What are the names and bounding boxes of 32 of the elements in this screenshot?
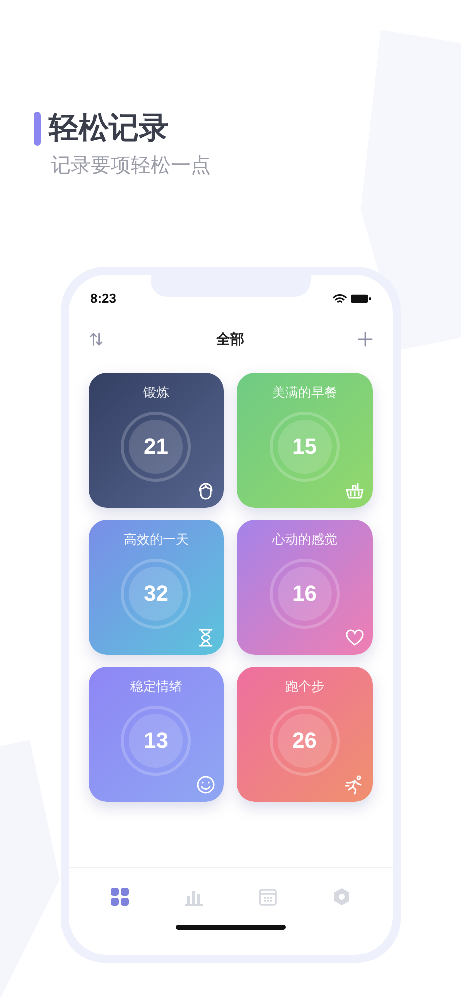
headline: 轻松记录	[49, 114, 169, 144]
counter-card[interactable]: 心动的感觉 16	[237, 520, 372, 655]
counter-card[interactable]: 锻炼 21	[88, 373, 224, 508]
card-count: 16	[292, 580, 317, 608]
sort-icon[interactable]	[88, 332, 104, 346]
card-title: 美满的早餐	[272, 384, 338, 402]
card-count: 21	[144, 433, 168, 461]
runner-icon	[344, 775, 364, 795]
card-title: 心动的感觉	[272, 531, 338, 549]
heart-icon	[344, 628, 364, 648]
basket-icon	[344, 481, 364, 501]
card-count: 32	[144, 580, 168, 608]
counter-card[interactable]: 高效的一天 32	[88, 520, 224, 655]
counter-card[interactable]: 跑个步 26	[237, 667, 372, 802]
header-title: 全部	[216, 330, 244, 348]
add-icon[interactable]	[358, 332, 372, 346]
card-title: 高效的一天	[124, 531, 189, 549]
card-title: 跑个步	[285, 678, 324, 696]
card-title: 稳定情绪	[130, 678, 182, 696]
card-count: 26	[292, 727, 317, 755]
subtitle: 记录要项轻松一点	[51, 154, 212, 179]
wifi-icon	[332, 294, 346, 304]
card-count: 15	[292, 433, 317, 461]
card-title: 锻炼	[143, 384, 170, 402]
smile-icon	[196, 775, 216, 795]
grid-icon[interactable]	[110, 886, 130, 906]
counter-card[interactable]: 美满的早餐 15	[237, 373, 372, 508]
card-count: 13	[144, 727, 168, 755]
counter-card[interactable]: 稳定情绪 13	[88, 667, 224, 802]
status-time: 8:23	[90, 290, 117, 308]
battery-icon	[350, 294, 370, 304]
accent-bar	[34, 112, 41, 146]
